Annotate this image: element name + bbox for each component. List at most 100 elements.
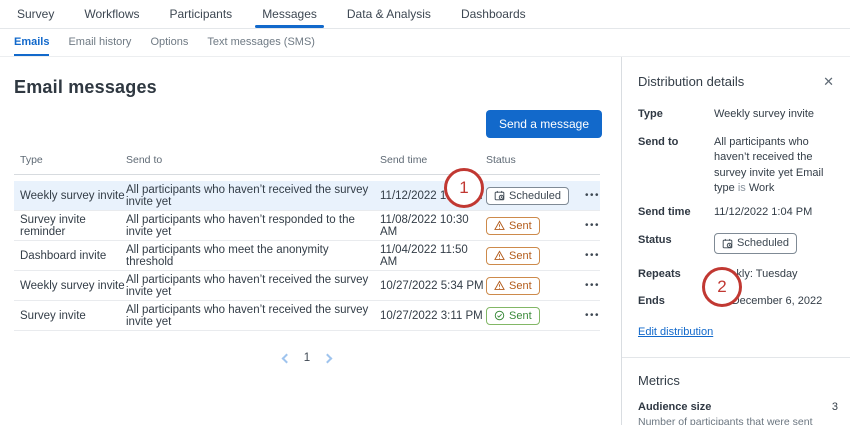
annotation-circle-2: 2 [702, 267, 742, 307]
ellipsis-icon[interactable]: ••• [585, 188, 600, 203]
tab-messages[interactable]: Messages [247, 0, 332, 28]
detail-value: Scheduled [714, 233, 838, 255]
page-number[interactable]: 1 [304, 352, 310, 364]
table-row[interactable]: Dashboard invite All participants who me… [14, 241, 600, 271]
panel-divider [622, 357, 850, 358]
tab-data-analysis[interactable]: Data & Analysis [332, 0, 446, 28]
header-send-time: Send time [380, 154, 486, 166]
table-row[interactable]: Weekly survey invite All participants wh… [14, 271, 600, 301]
row-send-time: 11/04/2022 11:50 AM [380, 244, 486, 268]
send-a-message-button[interactable]: Send a message [486, 110, 602, 138]
detail-label: Send time [638, 205, 714, 221]
row-status: Sent [486, 307, 572, 325]
subtab-email-history[interactable]: Email history [68, 29, 131, 56]
status-label: Sent [509, 280, 532, 292]
row-send-to: All participants who haven’t received th… [126, 274, 380, 298]
row-actions: ••• [572, 278, 600, 293]
status-badge: Sent [486, 217, 540, 235]
ellipsis-icon[interactable]: ••• [585, 218, 600, 233]
row-send-to: All participants who haven’t received th… [126, 304, 380, 328]
status-label: Scheduled [509, 190, 561, 202]
app-window: Survey Workflows Participants Messages D… [0, 0, 850, 425]
email-messages-table: Type Send to Send time Status Weekly sur… [14, 148, 600, 331]
row-send-to: All participants who haven’t responded t… [126, 214, 380, 238]
top-nav: Survey Workflows Participants Messages D… [0, 0, 850, 29]
tab-workflows[interactable]: Workflows [69, 0, 154, 28]
metric-description: Number of participants that were sent me… [638, 416, 838, 425]
detail-label: Ends [638, 294, 714, 310]
table-row[interactable]: Survey invite reminder All participants … [14, 211, 600, 241]
header-type: Type [20, 154, 126, 166]
ellipsis-icon[interactable]: ••• [585, 278, 600, 293]
table-header-row: Type Send to Send time Status [14, 148, 600, 175]
row-type: Dashboard invite [20, 250, 126, 262]
warning-icon [494, 250, 505, 261]
status-label: Sent [509, 220, 532, 232]
metric-value: 3 [832, 401, 838, 413]
row-status: Sent [486, 277, 572, 295]
row-send-time: 10/27/2022 3:11 PM [380, 310, 486, 322]
status-label: Scheduled [737, 236, 789, 252]
table-row[interactable]: Survey invite All participants who haven… [14, 301, 600, 331]
row-send-time: 11/08/2022 10:30 AM [380, 214, 486, 238]
warning-icon [494, 280, 505, 291]
detail-row-send-to: Send to All participants who haven’t rec… [638, 135, 838, 197]
row-actions: ••• [572, 188, 600, 203]
ellipsis-icon[interactable]: ••• [585, 308, 600, 323]
calendar-clock-icon [494, 190, 505, 201]
panel-header: Distribution details ✕ [638, 73, 838, 90]
row-type: Survey invite reminder [20, 214, 126, 238]
metrics-title: Metrics [638, 373, 838, 388]
detail-row-send-time: Send time 11/12/2022 1:04 PM [638, 205, 838, 221]
subtab-text-messages[interactable]: Text messages (SMS) [207, 29, 315, 56]
ellipsis-icon[interactable]: ••• [585, 248, 600, 263]
panel-status-badge: Scheduled [714, 233, 797, 255]
row-type: Weekly survey invite [20, 190, 126, 202]
table-body: Weekly survey invite All participants wh… [14, 181, 600, 331]
header-send-to: Send to [126, 154, 380, 166]
tab-dashboards[interactable]: Dashboards [446, 0, 541, 28]
subtab-options[interactable]: Options [150, 29, 188, 56]
row-type: Survey invite [20, 310, 126, 322]
status-label: Sent [509, 310, 532, 322]
metrics-section: Metrics Audience size 3 Number of partic… [638, 373, 838, 425]
row-status: Sent [486, 217, 572, 235]
status-badge: Sent [486, 277, 540, 295]
send-to-operator: is [738, 182, 746, 194]
row-status: Sent [486, 247, 572, 265]
row-actions: ••• [572, 308, 600, 323]
tab-participants[interactable]: Participants [154, 0, 247, 28]
row-type: Weekly survey invite [20, 280, 126, 292]
row-send-to: All participants who haven’t received th… [126, 184, 380, 208]
calendar-clock-icon [722, 238, 733, 249]
row-send-to: All participants who meet the anonymity … [126, 244, 380, 268]
detail-row-status: Status Scheduled [638, 233, 838, 255]
header-actions [572, 154, 600, 166]
page-title: Email messages [14, 77, 621, 98]
table-row[interactable]: Weekly survey invite All participants wh… [14, 181, 600, 211]
detail-row-type: Type Weekly survey invite [638, 107, 838, 123]
chevron-left-icon[interactable] [281, 353, 291, 363]
tab-survey[interactable]: Survey [2, 0, 69, 28]
close-icon[interactable]: ✕ [821, 73, 836, 90]
edit-distribution-link[interactable]: Edit distribution [638, 326, 713, 338]
warning-icon [494, 220, 505, 231]
status-label: Sent [509, 250, 532, 262]
send-to-value: Work [746, 182, 775, 194]
toolbar: Send a message [0, 110, 621, 138]
metric-label: Audience size [638, 401, 711, 413]
detail-label: Status [638, 233, 714, 255]
row-status: Scheduled [486, 187, 572, 205]
check-circle-icon [494, 310, 505, 321]
panel-title: Distribution details [638, 74, 744, 89]
status-badge: Scheduled [486, 187, 569, 205]
distribution-details-panel: Distribution details ✕ Type Weekly surve… [621, 57, 850, 425]
detail-value: All participants who haven’t received th… [714, 135, 838, 197]
detail-value: 11/12/2022 1:04 PM [714, 205, 838, 221]
chevron-right-icon[interactable] [323, 353, 333, 363]
content-area: Email messages Send a message Type Send … [0, 57, 850, 425]
status-badge: Sent [486, 307, 540, 325]
main-area: Email messages Send a message Type Send … [0, 57, 621, 425]
subtab-emails[interactable]: Emails [14, 29, 49, 56]
status-badge: Sent [486, 247, 540, 265]
